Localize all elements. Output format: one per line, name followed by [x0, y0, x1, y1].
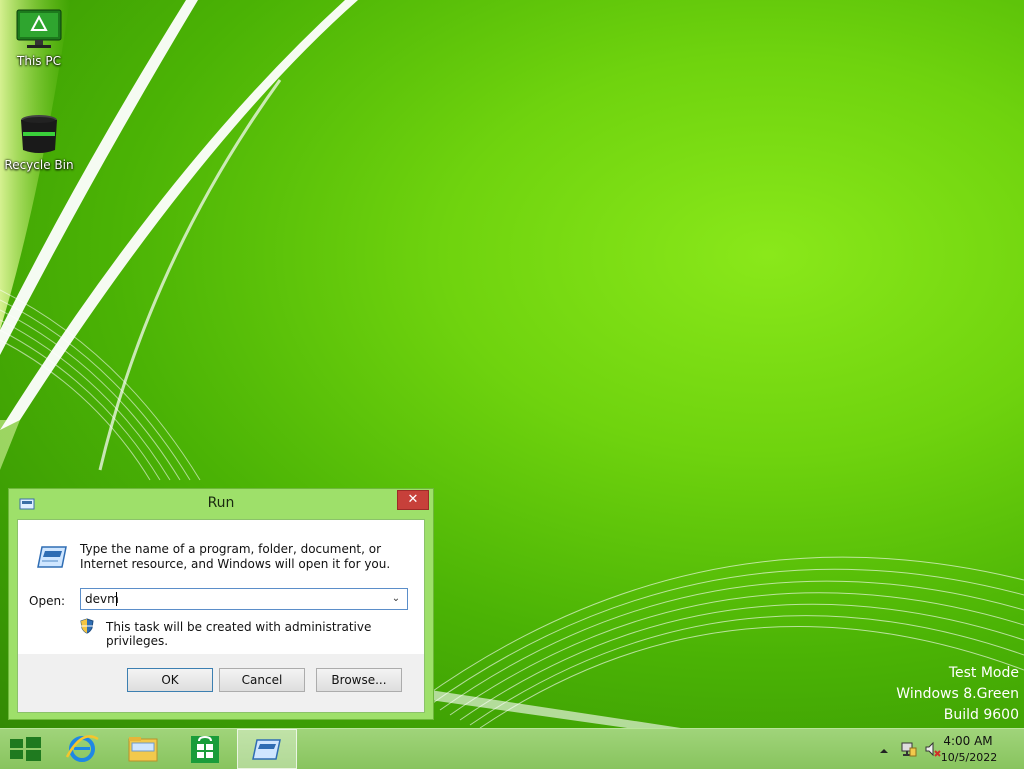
store-icon: [191, 735, 219, 763]
run-icon: [252, 739, 281, 760]
admin-privileges-note: This task will be created with administr…: [106, 620, 372, 648]
test-mode-watermark: Test Mode Windows 8.Green Build 9600: [896, 663, 1019, 726]
ok-button[interactable]: OK: [127, 668, 213, 692]
open-combobox[interactable]: ⌄: [80, 588, 408, 610]
close-button[interactable]: ✕: [397, 490, 429, 510]
run-title: Run: [207, 495, 235, 511]
clock-time[interactable]: 4:00 AM: [933, 734, 1003, 748]
cancel-button[interactable]: Cancel: [219, 668, 305, 692]
open-input[interactable]: [81, 589, 389, 609]
start-button[interactable]: [0, 729, 50, 769]
watermark-line: Build 9600: [943, 707, 1019, 723]
desktop-icon-this-pc[interactable]: This PC: [1, 8, 77, 68]
desktop-icon-label: Recycle Bin: [4, 158, 74, 172]
start-icon: [10, 737, 41, 761]
browse-button[interactable]: Browse...: [316, 668, 402, 692]
taskbar-store[interactable]: [175, 729, 235, 769]
clock-date[interactable]: 10/5/2022: [932, 751, 1006, 764]
chevron-down-icon[interactable]: ⌄: [387, 589, 405, 609]
taskbar: 4:00 AM 10/5/2022: [0, 728, 1024, 769]
taskbar-file-explorer[interactable]: [113, 729, 173, 769]
recycle-bin-icon: [15, 112, 63, 156]
taskbar-run[interactable]: [237, 729, 297, 769]
run-titlebar[interactable]: Run ✕: [9, 489, 433, 517]
watermark-line: Windows 8.Green: [896, 686, 1019, 702]
network-icon[interactable]: [900, 740, 918, 758]
run-footer: OK Cancel Browse...: [18, 654, 424, 712]
uac-shield-icon: [80, 618, 94, 634]
run-icon: [36, 544, 68, 570]
text-cursor: [116, 592, 117, 606]
watermark-line: Test Mode: [948, 665, 1019, 681]
open-label: Open:: [29, 594, 66, 608]
monitor-icon: [15, 8, 63, 52]
system-tray: 4:00 AM 10/5/2022: [864, 729, 1024, 769]
file-explorer-icon: [128, 737, 158, 762]
desktop: This PC Recycle Bin Test Mode Windows 8.…: [0, 0, 1024, 728]
run-description: Type the name of a program, folder, docu…: [80, 542, 391, 571]
show-hidden-icons-icon[interactable]: [878, 742, 890, 754]
taskbar-internet-explorer[interactable]: [52, 729, 112, 769]
desktop-icon-label: This PC: [17, 54, 61, 68]
run-body: Type the name of a program, folder, docu…: [17, 519, 425, 713]
internet-explorer-icon: [65, 735, 99, 762]
run-dialog: Run ✕ Type the name of a program, folder…: [8, 488, 434, 720]
desktop-icon-recycle-bin[interactable]: Recycle Bin: [1, 112, 77, 172]
